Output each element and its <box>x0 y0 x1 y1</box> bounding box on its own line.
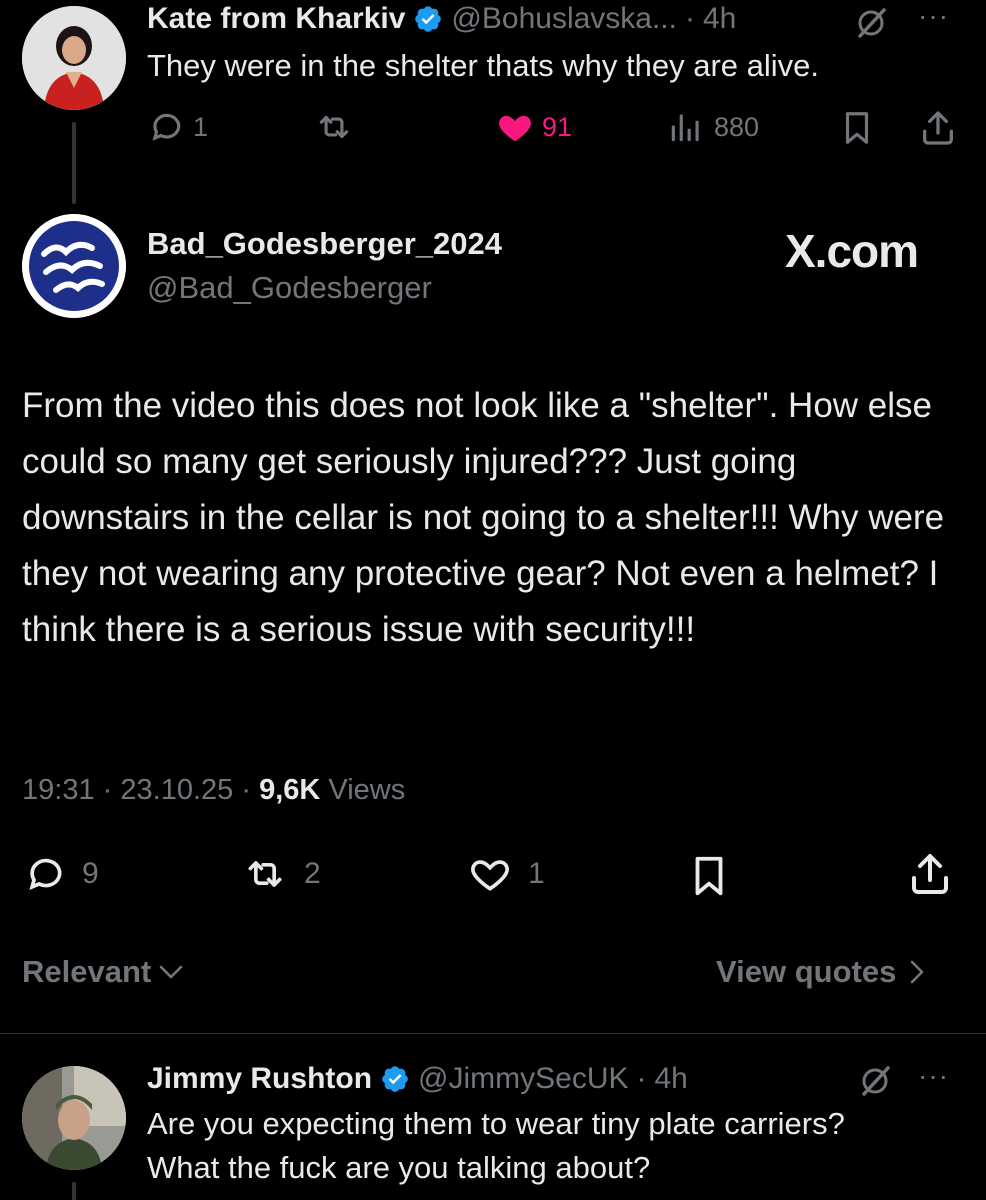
tweet-text: From the video this does not look like a… <box>22 386 945 649</box>
timestamp[interactable]: 4h <box>703 2 736 36</box>
views-icon <box>671 114 699 142</box>
reply-count: 9 <box>82 857 99 890</box>
sort-relevant-button[interactable]: Relevant <box>22 954 185 990</box>
like-button[interactable]: 1 <box>466 852 545 896</box>
share-button[interactable] <box>906 850 954 898</box>
verified-badge-icon <box>415 6 442 32</box>
repost-icon <box>319 115 349 139</box>
display-name[interactable]: Jimmy Rushton <box>147 1062 372 1096</box>
handle[interactable]: @Bad_Godesberger <box>147 270 432 306</box>
views-label[interactable]: Views <box>328 774 405 806</box>
reply-text-line1: Are you expecting them to wear tiny plat… <box>147 1106 845 1141</box>
repost-button[interactable]: 2 <box>240 852 321 896</box>
reply-text-line2: What the fuck are you talking about? <box>147 1150 651 1185</box>
avatar-kate-image <box>22 6 126 110</box>
like-count: 91 <box>542 111 573 142</box>
like-icon <box>471 860 509 891</box>
share-icon <box>912 854 948 894</box>
x-com-watermark: X.com <box>785 225 919 277</box>
views-button[interactable]: 880 <box>666 108 759 146</box>
avatar-kate[interactable] <box>22 6 126 110</box>
timestamp[interactable]: 4h <box>655 1062 688 1096</box>
like-icon <box>499 115 531 142</box>
chevron-down-icon <box>159 965 183 979</box>
bookmark-button[interactable] <box>686 852 732 900</box>
bookmark-icon <box>845 112 869 144</box>
views-count[interactable]: 9,6K <box>259 774 320 806</box>
view-quotes-label: View quotes <box>716 954 897 989</box>
reply-count: 1 <box>193 111 209 142</box>
thread-line-top <box>72 122 76 204</box>
more-icon[interactable]: ··· <box>918 1060 949 1092</box>
reply-icon <box>152 113 181 141</box>
tweet-date[interactable]: 23.10.25 <box>120 774 233 806</box>
avatar-jimmy[interactable] <box>22 1066 126 1170</box>
reply-button[interactable]: 1 <box>147 108 208 146</box>
tweet-meta: 19:31 · 23.10.25 · 9,6K Views <box>22 774 405 807</box>
divider <box>0 1033 986 1034</box>
reply-icon <box>29 858 62 890</box>
chevron-right-icon <box>911 960 924 984</box>
sort-relevant-label: Relevant <box>22 954 152 989</box>
like-button[interactable]: 91 <box>496 108 572 146</box>
more-icon[interactable]: ··· <box>918 0 949 32</box>
grok-icon[interactable] <box>854 6 888 40</box>
repost-icon <box>248 861 282 887</box>
grok-icon[interactable] <box>858 1064 892 1098</box>
avatar-bad-godesberger[interactable] <box>22 214 126 318</box>
handle[interactable]: @Bohuslavska... <box>451 2 677 36</box>
display-name[interactable]: Bad_Godesberger_2024 <box>147 226 502 262</box>
verified-badge-icon <box>382 1066 408 1092</box>
reply-text: They were in the shelter thats why they … <box>147 48 819 83</box>
bookmark-button[interactable] <box>838 108 876 148</box>
view-quotes-link[interactable]: View quotes <box>716 954 926 990</box>
thread-line-bottom <box>72 1182 76 1200</box>
separator-dot: · <box>684 2 695 35</box>
share-icon <box>923 111 953 145</box>
view-count: 880 <box>714 111 760 142</box>
avatar-birds-logo <box>22 214 126 318</box>
repost-count: 2 <box>304 857 321 890</box>
tweet-time[interactable]: 19:31 <box>22 774 95 806</box>
share-button[interactable] <box>918 108 958 148</box>
separator-dot: · <box>636 1062 647 1095</box>
reply-button[interactable]: 9 <box>22 852 99 896</box>
handle[interactable]: @JimmySecUK <box>418 1062 628 1096</box>
separator-dot: · <box>102 774 113 806</box>
repost-button[interactable] <box>314 108 354 146</box>
separator-dot: · <box>241 774 251 806</box>
display-name[interactable]: Kate from Kharkiv <box>147 2 405 36</box>
bookmark-icon <box>695 856 723 896</box>
like-count: 1 <box>528 857 545 890</box>
avatar-jimmy-image <box>22 1066 126 1170</box>
